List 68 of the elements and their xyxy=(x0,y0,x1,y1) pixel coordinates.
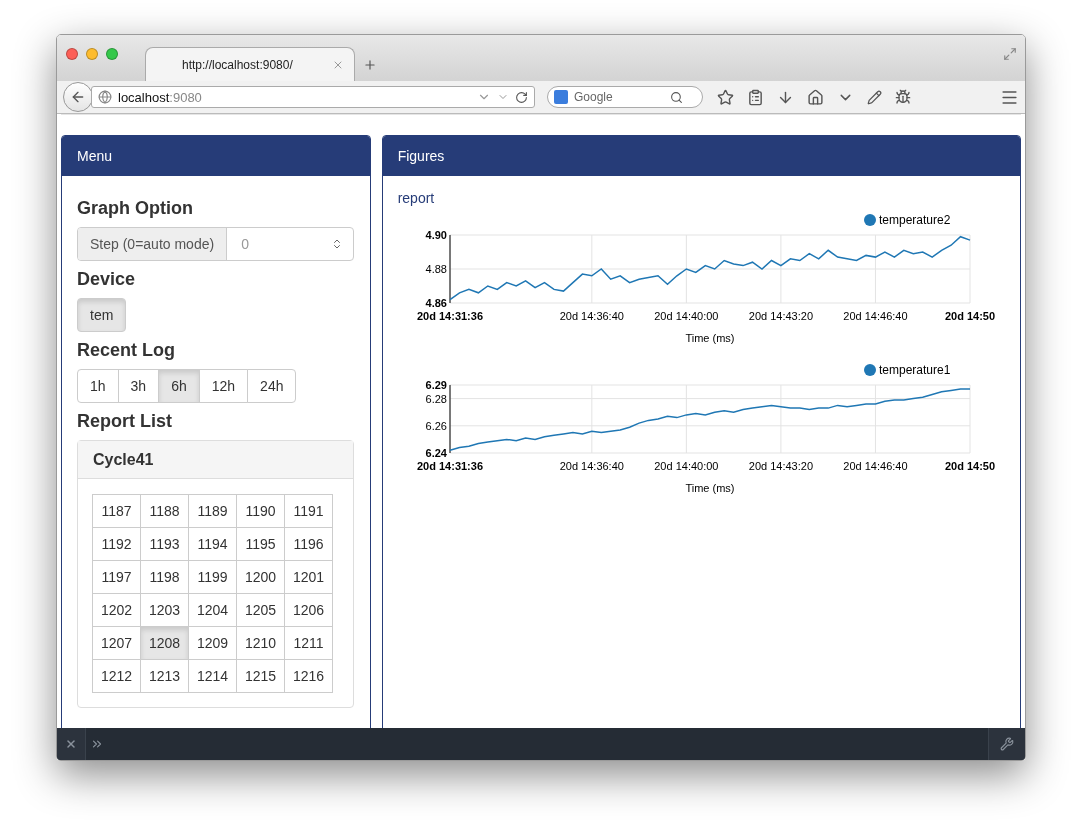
wrench-icon[interactable] xyxy=(988,728,1025,760)
range-button[interactable]: 1h xyxy=(77,369,119,403)
close-icon[interactable] xyxy=(57,728,86,760)
x-tick-label: 20d 14:31:36 xyxy=(416,460,483,472)
y-tick-label: 4.90 xyxy=(425,229,447,241)
url-host: localhost xyxy=(118,89,170,105)
y-tick-label: 4.86 xyxy=(425,297,447,309)
x-tick-label: 20d 14:46:40 xyxy=(843,460,908,472)
fullscreen-icon[interactable] xyxy=(1003,47,1017,61)
y-tick-label: 6.29 xyxy=(425,379,447,391)
input-label: Step (0=auto mode) xyxy=(78,228,228,260)
tab-title: http://localhost:9080/ xyxy=(182,57,293,72)
address-bar[interactable]: localhost:9080 xyxy=(91,86,535,108)
panel-title: Figures xyxy=(382,136,1020,176)
section-heading: Graph Option xyxy=(77,198,193,219)
close-button[interactable] xyxy=(66,48,78,60)
x-axis-title: Time (ms) xyxy=(685,482,735,494)
range-button[interactable]: 24h xyxy=(247,369,297,403)
report-button[interactable]: 1187 xyxy=(92,494,141,528)
y-tick-label: 6.28 xyxy=(425,392,447,405)
url-port: :9080 xyxy=(169,89,202,105)
x-tick-label: 20d 14:43:20 xyxy=(748,310,813,322)
x-tick-label: 20d 14:43:20 xyxy=(748,460,813,472)
bug-icon[interactable] xyxy=(895,89,911,105)
x-tick-label: 20d 14:46:40 xyxy=(843,310,908,322)
y-tick-label: 6.24 xyxy=(425,447,447,459)
y-tick-label: 4.88 xyxy=(425,263,447,275)
clipboard-icon[interactable] xyxy=(747,88,764,106)
x-tick-label: 20d 14:50 xyxy=(944,460,995,472)
report-link[interactable]: report xyxy=(397,190,435,206)
range-button[interactable]: 12h xyxy=(198,369,249,403)
zoom-button[interactable] xyxy=(106,48,118,60)
pencil-icon[interactable] xyxy=(867,89,882,105)
back-button[interactable] xyxy=(63,82,93,112)
legend-label: temperature1 xyxy=(878,363,951,377)
x-axis-title: Time (ms) xyxy=(685,332,735,344)
y-axis xyxy=(449,234,451,304)
x-tick-label: 20d 14:31:36 xyxy=(416,310,483,322)
reload-icon[interactable] xyxy=(515,90,528,104)
report-button[interactable]: 1216 xyxy=(284,659,333,693)
y-axis xyxy=(449,384,451,454)
legend-label: temperature2 xyxy=(878,213,951,227)
new-tab-icon[interactable] xyxy=(363,58,377,72)
minimize-button[interactable] xyxy=(86,48,98,60)
x-tick-label: 20d 14:50 xyxy=(944,310,995,322)
browser-tab[interactable]: http://localhost:9080/ xyxy=(145,47,355,81)
report-panel-title: Cycle41 xyxy=(78,441,353,479)
report-button[interactable]: 1208 xyxy=(140,626,189,660)
star-icon[interactable] xyxy=(717,88,734,106)
x-tick-label: 20d 14:40:00 xyxy=(653,460,719,472)
x-tick-label: 20d 14:40:00 xyxy=(653,310,719,322)
section-heading: Report List xyxy=(77,411,172,432)
device-button[interactable]: tem xyxy=(77,298,127,332)
x-tick-label: 20d 14:36:40 xyxy=(559,460,624,472)
globe-icon xyxy=(98,90,112,104)
report-button[interactable]: 1191 xyxy=(284,494,333,528)
y-tick-label: 6.26 xyxy=(425,419,447,432)
range-button[interactable]: 3h xyxy=(117,369,160,403)
range-button[interactable]: 6h xyxy=(158,369,200,403)
spinner-icon[interactable] xyxy=(331,238,343,250)
search-field[interactable]: Google xyxy=(547,86,703,108)
section-heading: Device xyxy=(77,269,136,290)
section-heading: Recent Log xyxy=(77,340,175,361)
home-icon[interactable] xyxy=(807,88,824,106)
search-icon[interactable] xyxy=(670,90,683,104)
report-button[interactable]: 1212 xyxy=(92,659,141,693)
panel-title: Menu xyxy=(62,136,370,176)
x-tick-label: 20d 14:36:40 xyxy=(559,310,624,322)
